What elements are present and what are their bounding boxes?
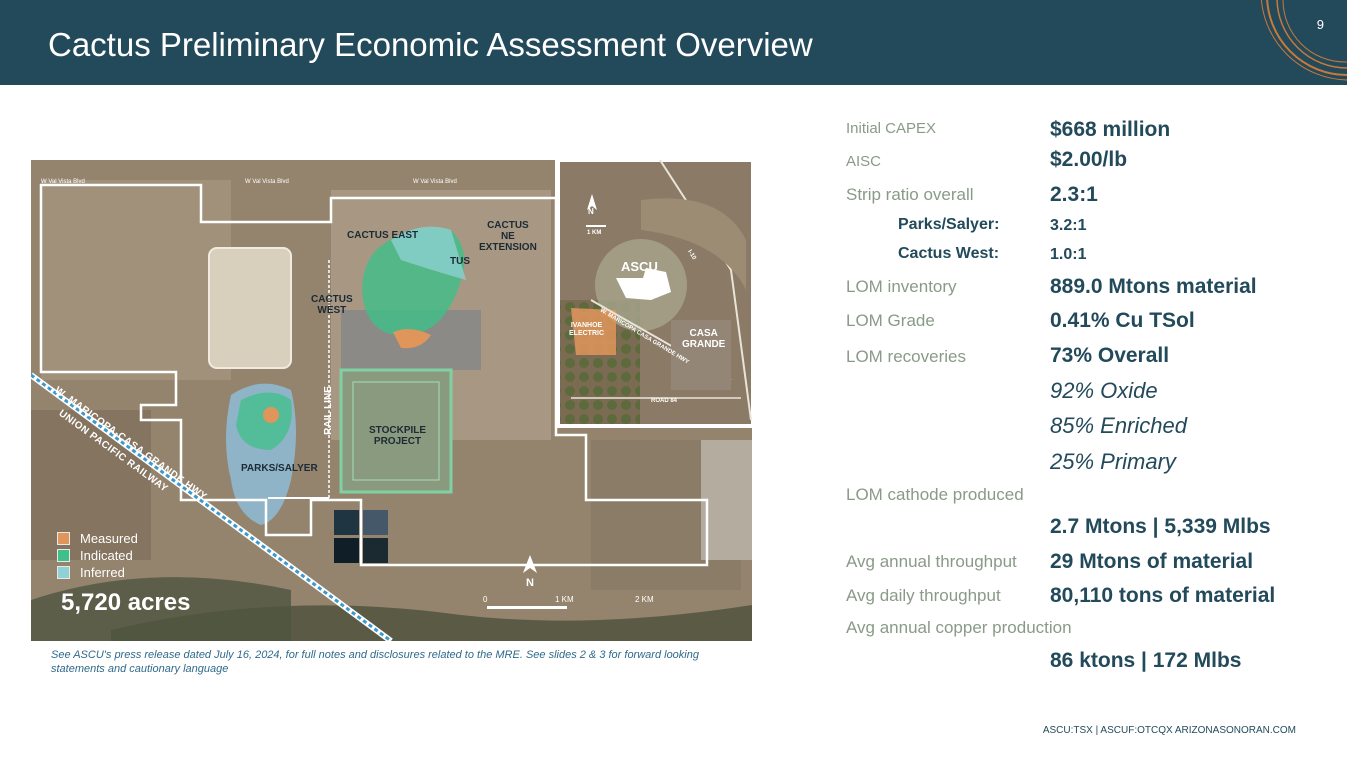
map-legend: Measured Indicated Inferred bbox=[57, 530, 138, 581]
economics-summary: Initial CAPEX $668 million AISC $2.00/lb… bbox=[846, 110, 1326, 680]
inset-ivanhoe-label: IVANHOE ELECTRIC bbox=[569, 322, 604, 337]
north-label: N bbox=[526, 577, 534, 589]
stockpile-project-label: STOCKPILE PROJECT bbox=[369, 425, 427, 447]
stat-value: 80,110 tons of material bbox=[1050, 584, 1276, 607]
inset-ascu-label: ASCU bbox=[621, 259, 658, 274]
inset-map bbox=[555, 160, 752, 428]
inset-scale-label: 1 KM bbox=[587, 230, 602, 236]
cactus-ne-extension-label: CACTUS NE EXTENSION bbox=[479, 220, 537, 253]
stat-value: 73% Overall bbox=[1050, 344, 1170, 367]
recovery-oxide: 92% Oxide bbox=[1050, 378, 1158, 403]
page-number: 9 bbox=[1316, 17, 1324, 32]
scale-label: 2 KM bbox=[635, 595, 654, 604]
stat-label: LOM recoveries bbox=[846, 347, 966, 366]
stat-label: LOM Grade bbox=[846, 311, 935, 330]
stat-label: LOM cathode produced bbox=[846, 485, 1024, 504]
legend-label: Inferred bbox=[80, 565, 125, 580]
header-bar: Cactus Preliminary Economic Assessment O… bbox=[0, 0, 1347, 85]
road-label: W Val Vista Blvd bbox=[245, 179, 289, 185]
stat-label: Initial CAPEX bbox=[846, 120, 937, 137]
scale-label: 1 KM bbox=[555, 595, 574, 604]
stat-value: 0.41% Cu TSol bbox=[1050, 309, 1195, 332]
stat-value: 889.0 Mtons material bbox=[1050, 275, 1257, 298]
footer-tickers: ASCU:TSX | ASCUF:OTCQX ARIZONASONORAN.CO… bbox=[1042, 725, 1296, 736]
map-scale: N 0 1 KM 2 KM bbox=[483, 553, 663, 613]
north-arrow-icon bbox=[487, 555, 567, 609]
footnote: See ASCU's press release dated July 16, … bbox=[51, 649, 699, 675]
stat-label: AISC bbox=[846, 153, 882, 170]
stat-value: 29 Mtons of material bbox=[1050, 550, 1254, 573]
recovery-primary: 25% Primary bbox=[1050, 449, 1176, 474]
acres-label: 5,720 acres bbox=[61, 589, 191, 616]
stat-label: Avg annual copper production bbox=[846, 618, 1072, 637]
site-map: W Val Vista Blvd W Val Vista Blvd W Val … bbox=[31, 160, 752, 641]
cactus-east-label: CACTUS EAST bbox=[347, 230, 419, 241]
indicated-swatch bbox=[57, 549, 70, 562]
brand-swirl-icon bbox=[1260, 0, 1347, 81]
stat-label: Avg annual throughput bbox=[846, 552, 1017, 571]
stat-value: 86 ktons | 172 Mlbs bbox=[1050, 649, 1242, 672]
road-label: W Val Vista Blvd bbox=[413, 179, 457, 185]
legend-item: Inferred bbox=[57, 564, 138, 581]
road-label: W Val Vista Blvd bbox=[41, 179, 85, 185]
stat-value: 2.7 Mtons | 5,339 Mlbs bbox=[1050, 515, 1271, 538]
stat-sublabel: Parks/Salyer: bbox=[898, 216, 1000, 233]
stat-subvalue: 3.2:1 bbox=[1050, 217, 1087, 234]
parks-salyer-label: PARKS/SALYER bbox=[241, 463, 318, 474]
recovery-enriched: 85% Enriched bbox=[1050, 413, 1187, 438]
legend-label: Measured bbox=[80, 531, 138, 546]
measured-swatch bbox=[57, 532, 70, 545]
stat-value: $2.00/lb bbox=[1050, 148, 1128, 171]
stat-value: 2.3:1 bbox=[1050, 183, 1098, 206]
legend-item: Measured bbox=[57, 530, 138, 547]
tus-label: TUS bbox=[450, 256, 470, 267]
scale-label: 0 bbox=[483, 595, 488, 604]
stat-sublabel: Cactus West: bbox=[898, 245, 1000, 262]
inset-north-label: N bbox=[588, 207, 594, 216]
stat-label: LOM inventory bbox=[846, 277, 957, 296]
inset-casa-grande-label: CASA GRANDE bbox=[682, 328, 726, 350]
cactus-west-label: CACTUS WEST bbox=[311, 294, 353, 316]
stat-value: $668 million bbox=[1050, 118, 1171, 141]
inferred-swatch bbox=[57, 566, 70, 579]
inset-road-label: ROAD 84 bbox=[651, 398, 678, 404]
stat-subvalue: 1.0:1 bbox=[1050, 246, 1087, 263]
stat-label: Strip ratio overall bbox=[846, 185, 974, 204]
rail-line-label: RAIL LINE bbox=[322, 386, 334, 435]
legend-item: Indicated bbox=[57, 547, 138, 564]
legend-label: Indicated bbox=[80, 548, 133, 563]
page-title: Cactus Preliminary Economic Assessment O… bbox=[48, 26, 813, 63]
stat-label: Avg daily throughput bbox=[846, 586, 1001, 605]
